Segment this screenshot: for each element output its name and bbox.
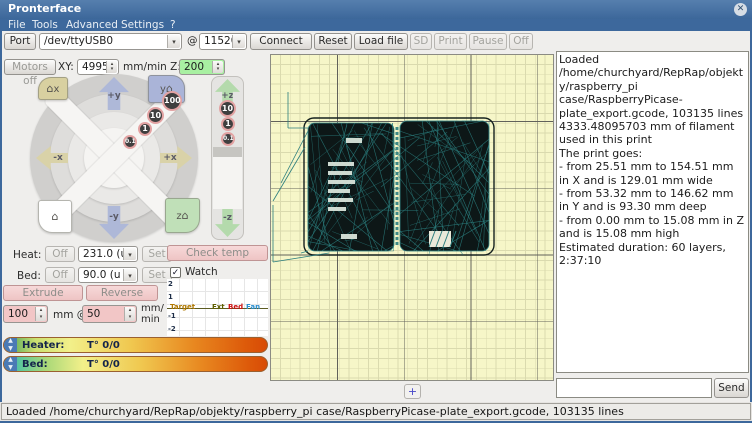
menu-settings[interactable]: Settings: [121, 19, 164, 31]
watch-checkbox[interactable]: ✓: [170, 267, 181, 278]
temperature-graph: 2 1 -1 -2 Target Ext Bed Fan: [167, 279, 268, 336]
bed-off-button[interactable]: Off: [45, 267, 75, 283]
close-icon[interactable]: ✕: [734, 3, 747, 16]
motors-off-button[interactable]: Motors off: [4, 59, 56, 75]
extrude-speed-value: 50: [87, 308, 100, 321]
xy-feed-value: 4995: [82, 61, 109, 74]
heater-gauge[interactable]: ▲▼ Heater: T° 0/0: [3, 337, 268, 353]
jog-pad: ⌂x y⌂ ⌂ z⌂ +y -y -x +x 100 10 1 0.1: [28, 74, 200, 242]
statusbar: Loaded /home/churchyard/RepRap/objekty/r…: [0, 402, 752, 421]
send-command-input[interactable]: [556, 378, 712, 398]
load-file-button[interactable]: Load file: [354, 33, 408, 50]
print-button[interactable]: Print: [434, 33, 467, 50]
port-button[interactable]: Port: [4, 33, 36, 50]
jog-step-1-badge[interactable]: 1: [138, 122, 152, 136]
z-jog-strip: +z 10 1 0.1 -z: [211, 76, 244, 240]
status-text: Loaded /home/churchyard/RepRap/objekty/r…: [1, 403, 751, 420]
gcode-plot: [271, 55, 553, 380]
gauge-spinner-icon[interactable]: ▲▼: [4, 357, 17, 371]
heat-temp-value: 231.0 (u: [83, 248, 127, 261]
check-temp-button[interactable]: Check temp: [167, 245, 268, 261]
watch-label: Watch: [185, 266, 218, 278]
bed-label: Bed:: [17, 270, 41, 282]
gauge-spinner-icon[interactable]: ▲▼: [4, 338, 17, 352]
titlebar[interactable]: Pronterface ✕: [0, 0, 752, 19]
home-icon: ⌂: [47, 82, 54, 95]
jog-step-10-badge[interactable]: 10: [147, 107, 164, 124]
port-select[interactable]: /dev/ttyUSB0 ▾: [39, 33, 182, 50]
connect-button[interactable]: Connect: [250, 33, 312, 50]
chevron-down-icon[interactable]: ▾: [232, 35, 245, 48]
app-window: Pronterface ✕ File Tools Advanced Settin…: [0, 0, 752, 423]
spinner-arrows-icon[interactable]: ▴▾: [124, 307, 135, 321]
bed-gauge-label: Bed:: [22, 359, 48, 370]
graph-label-target: Target: [170, 303, 195, 311]
home-icon: ⌂: [182, 209, 189, 222]
log-console[interactable]: Loaded /home/churchyard/RepRap/objekty/r…: [556, 51, 749, 373]
z-step-01-badge[interactable]: 0.1: [221, 132, 235, 146]
menu-advanced[interactable]: Advanced: [66, 19, 118, 31]
menu-file[interactable]: File: [8, 19, 26, 31]
gcode-viewer[interactable]: [270, 54, 554, 381]
heater-gauge-value: T° 0/0: [87, 340, 120, 351]
chevron-down-icon[interactable]: ▾: [167, 35, 180, 48]
send-button[interactable]: Send: [714, 378, 749, 398]
off-button[interactable]: Off: [509, 33, 533, 50]
graph-label-bed: Bed: [228, 303, 243, 311]
extrude-button[interactable]: Extrude: [3, 285, 83, 301]
extrude-speed-spinner[interactable]: 50 ▴▾: [82, 305, 137, 323]
bed-gauge[interactable]: ▲▼ Bed: T° 0/0: [3, 356, 268, 372]
heat-temp-select[interactable]: 231.0 (u ▾: [78, 246, 138, 262]
port-value: /dev/ttyUSB0: [44, 35, 113, 48]
pause-button[interactable]: Pause: [469, 33, 507, 50]
spinner-arrows-icon[interactable]: ▴▾: [106, 61, 117, 73]
home-icon: ⌂: [52, 210, 59, 223]
z-strip-band[interactable]: [213, 157, 242, 209]
graph-ytick: 2: [168, 280, 173, 288]
menu-help[interactable]: ?: [170, 19, 176, 31]
at-label: @: [187, 35, 198, 47]
zoom-in-button[interactable]: +: [404, 384, 421, 399]
reset-button[interactable]: Reset: [314, 33, 352, 50]
extrude-speed-unit: mm/ min: [141, 303, 164, 325]
z-feed-spinner[interactable]: 200 ▴▾: [179, 59, 225, 75]
graph-label-fan: Fan: [246, 303, 260, 311]
heater-gauge-label: Heater:: [22, 340, 64, 351]
chevron-down-icon[interactable]: ▾: [123, 248, 136, 260]
z-step-10-badge[interactable]: 10: [219, 100, 236, 117]
jog-step-100-badge[interactable]: 100: [162, 91, 182, 111]
graph-ytick: -1: [168, 312, 176, 320]
spinner-arrows-icon[interactable]: ▴▾: [212, 61, 223, 73]
jog-step-01-badge[interactable]: 0.1: [123, 135, 137, 149]
z-strip-band[interactable]: [213, 147, 242, 157]
spinner-arrows-icon[interactable]: ▴▾: [35, 307, 46, 321]
sd-button[interactable]: SD: [410, 33, 432, 50]
heat-off-button[interactable]: Off: [45, 246, 75, 262]
heat-label: Heat:: [13, 249, 41, 261]
home-z-button[interactable]: z⌂: [165, 198, 200, 233]
menubar: File Tools Advanced Settings ?: [0, 19, 752, 31]
graph-ytick: 1: [168, 293, 173, 301]
menu-tools[interactable]: Tools: [32, 19, 58, 31]
extrude-length-spinner[interactable]: 100 ▴▾: [3, 305, 48, 323]
bed-temp-value: 90.0 (u: [83, 269, 120, 282]
chevron-down-icon[interactable]: ▾: [123, 269, 136, 281]
xy-feed-spinner[interactable]: 4995 ▴▾: [77, 59, 119, 75]
reverse-button[interactable]: Reverse: [86, 285, 158, 301]
home-all-button[interactable]: ⌂: [38, 200, 72, 233]
extrude-length-value: 100: [8, 308, 28, 321]
bed-temp-select[interactable]: 90.0 (u ▾: [78, 267, 138, 283]
home-x-button[interactable]: ⌂x: [38, 77, 68, 100]
jog-minus-z-button[interactable]: -z: [215, 209, 240, 237]
z-step-1-badge[interactable]: 1: [221, 117, 235, 131]
bed-gauge-value: T° 0/0: [87, 359, 120, 370]
xy-feed-label: XY:: [58, 61, 74, 73]
window-title: Pronterface: [8, 2, 81, 15]
graph-label-ext: Ext: [212, 303, 225, 311]
graph-ytick: -2: [168, 325, 176, 333]
baud-select[interactable]: 115200 ▾: [199, 33, 247, 50]
z-feed-label: mm/min Z:: [123, 61, 181, 73]
z-feed-value: 200: [184, 61, 204, 74]
